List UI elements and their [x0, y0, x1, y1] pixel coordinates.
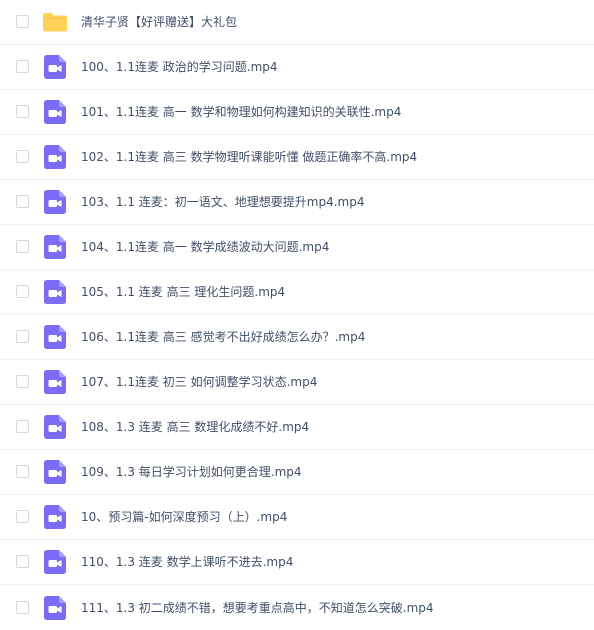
file-name-link[interactable]: 101、1.1连麦 高一 数学和物理如何构建知识的关联性.mp4	[81, 104, 401, 120]
file-name-link[interactable]: 10、预习篇-如何深度预习（上）.mp4	[81, 509, 287, 525]
file-row[interactable]: 10、预习篇-如何深度预习（上）.mp4	[0, 495, 594, 540]
video-file-icon	[44, 280, 66, 304]
row-checkbox[interactable]	[16, 195, 29, 208]
file-row[interactable]: 108、1.3 连麦 高三 数理化成绩不好.mp4	[0, 405, 594, 450]
row-checkbox[interactable]	[16, 15, 29, 28]
row-checkbox[interactable]	[16, 240, 29, 253]
row-checkbox[interactable]	[16, 285, 29, 298]
file-name-link[interactable]: 102、1.1连麦 高三 数学物理听课能听懂 做题正确率不高.mp4	[81, 149, 417, 165]
file-name-link[interactable]: 109、1.3 每日学习计划如何更合理.mp4	[81, 464, 302, 480]
row-checkbox[interactable]	[16, 105, 29, 118]
video-file-icon	[44, 460, 66, 484]
folder-name-link[interactable]: 清华子贤【好评赠送】大礼包	[81, 14, 237, 30]
video-file-icon	[44, 505, 66, 529]
video-file-icon	[44, 370, 66, 394]
row-checkbox[interactable]	[16, 60, 29, 73]
file-row[interactable]: 107、1.1连麦 初三 如何调整学习状态.mp4	[0, 360, 594, 405]
file-row[interactable]: 105、1.1 连麦 高三 理化生问题.mp4	[0, 270, 594, 315]
folder-row[interactable]: 清华子贤【好评赠送】大礼包	[0, 0, 594, 45]
row-checkbox[interactable]	[16, 375, 29, 388]
row-checkbox[interactable]	[16, 330, 29, 343]
file-name-link[interactable]: 111、1.3 初二成绩不错，想要考重点高中，不知道怎么突破.mp4	[81, 600, 434, 616]
file-list: 清华子贤【好评赠送】大礼包 100、1.1连麦 政治的学习问题.mp4 101、1.…	[0, 0, 594, 630]
video-file-icon	[44, 595, 66, 620]
video-file-icon	[44, 235, 66, 259]
file-name-link[interactable]: 107、1.1连麦 初三 如何调整学习状态.mp4	[81, 374, 317, 390]
row-checkbox[interactable]	[16, 420, 29, 433]
file-row[interactable]: 106、1.1连麦 高三 感觉考不出好成绩怎么办？.mp4	[0, 315, 594, 360]
video-file-icon	[44, 415, 66, 439]
file-name-link[interactable]: 100、1.1连麦 政治的学习问题.mp4	[81, 59, 278, 75]
file-name-link[interactable]: 106、1.1连麦 高三 感觉考不出好成绩怎么办？.mp4	[81, 329, 365, 345]
row-checkbox[interactable]	[16, 150, 29, 163]
video-file-icon	[44, 55, 66, 79]
row-checkbox[interactable]	[16, 510, 29, 523]
video-file-icon	[44, 145, 66, 169]
file-row[interactable]: 103、1.1 连麦：初一语文、地理想要提升mp4.mp4	[0, 180, 594, 225]
video-file-icon	[44, 550, 66, 574]
file-name-link[interactable]: 110、1.3 连麦 数学上课听不进去.mp4	[81, 554, 293, 570]
video-file-icon	[44, 325, 66, 349]
file-row[interactable]: 111、1.3 初二成绩不错，想要考重点高中，不知道怎么突破.mp4	[0, 585, 594, 630]
row-checkbox[interactable]	[16, 555, 29, 568]
file-row[interactable]: 102、1.1连麦 高三 数学物理听课能听懂 做题正确率不高.mp4	[0, 135, 594, 180]
row-checkbox[interactable]	[16, 465, 29, 478]
file-name-link[interactable]: 105、1.1 连麦 高三 理化生问题.mp4	[81, 284, 285, 300]
video-file-icon	[44, 190, 66, 214]
file-name-link[interactable]: 104、1.1连麦 高一 数学成绩波动大问题.mp4	[81, 239, 329, 255]
file-name-link[interactable]: 103、1.1 连麦：初一语文、地理想要提升mp4.mp4	[81, 194, 365, 210]
file-name-link[interactable]: 108、1.3 连麦 高三 数理化成绩不好.mp4	[81, 419, 309, 435]
file-row[interactable]: 109、1.3 每日学习计划如何更合理.mp4	[0, 450, 594, 495]
file-row[interactable]: 100、1.1连麦 政治的学习问题.mp4	[0, 45, 594, 90]
video-file-icon	[44, 100, 66, 124]
row-checkbox[interactable]	[16, 600, 29, 614]
file-row[interactable]: 104、1.1连麦 高一 数学成绩波动大问题.mp4	[0, 225, 594, 270]
folder-icon	[42, 10, 67, 34]
file-row[interactable]: 110、1.3 连麦 数学上课听不进去.mp4	[0, 540, 594, 585]
file-row[interactable]: 101、1.1连麦 高一 数学和物理如何构建知识的关联性.mp4	[0, 90, 594, 135]
